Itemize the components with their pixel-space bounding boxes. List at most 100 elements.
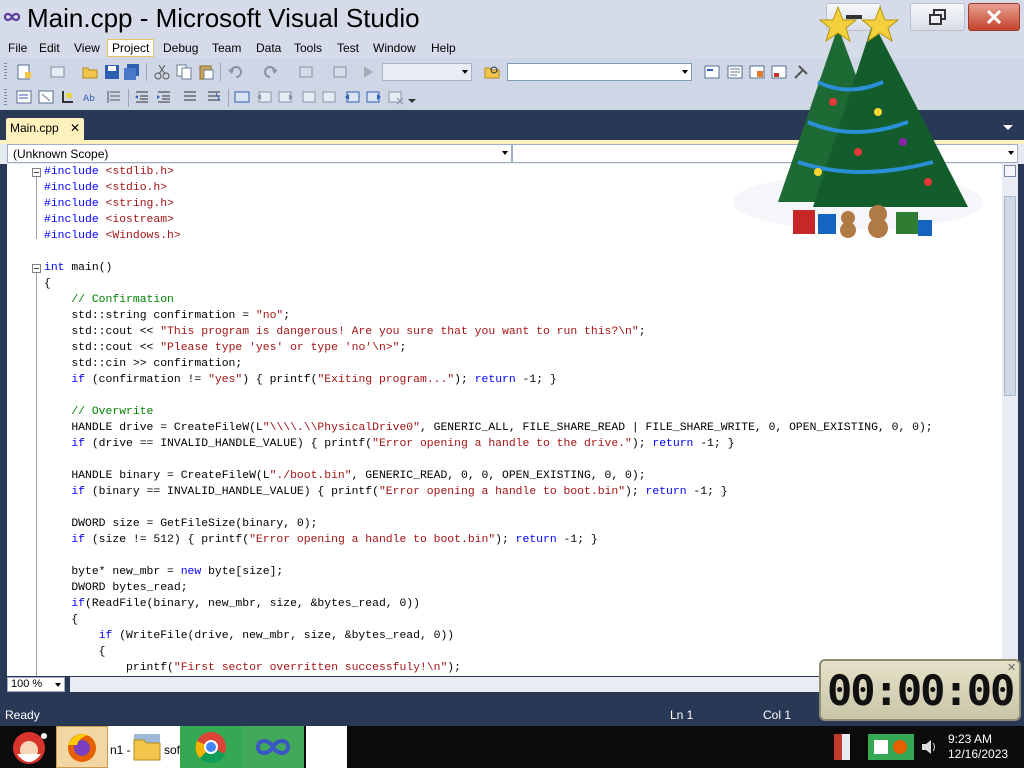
next-bookmark-in-folder-icon[interactable] bbox=[322, 89, 338, 105]
toolbar-grip[interactable] bbox=[4, 89, 7, 105]
taskbar-blank-window[interactable] bbox=[306, 726, 347, 768]
chrome-icon bbox=[195, 732, 226, 764]
comment-out-icon[interactable] bbox=[182, 89, 198, 105]
countdown-timer-widget[interactable]: 00:00:00 ✕ bbox=[819, 659, 1021, 721]
code-line[interactable]: { bbox=[44, 612, 78, 628]
menu-file[interactable]: File bbox=[4, 39, 31, 57]
toolbar-grip[interactable] bbox=[4, 63, 7, 79]
scope-dropdown[interactable]: (Unknown Scope) bbox=[7, 144, 512, 163]
menu-test[interactable]: Test bbox=[333, 39, 363, 57]
find-combo[interactable] bbox=[507, 63, 692, 81]
menu-debug[interactable]: Debug bbox=[159, 39, 202, 57]
code-line[interactable]: if(ReadFile(binary, new_mbr, size, &byte… bbox=[44, 596, 420, 612]
taskbar-firefox[interactable] bbox=[56, 726, 108, 768]
taskbar-label: sof bbox=[164, 743, 181, 757]
collapse-main-icon[interactable] bbox=[32, 264, 41, 273]
zoom-dropdown[interactable]: 100 % bbox=[7, 677, 65, 692]
increase-indent-icon[interactable] bbox=[156, 89, 172, 105]
code-line[interactable]: #include <string.h> bbox=[44, 196, 174, 212]
clock-time[interactable]: 9:23 AM bbox=[948, 732, 992, 746]
code-line[interactable]: DWORD size = GetFileSize(binary, 0); bbox=[44, 516, 317, 532]
save-all-icon[interactable] bbox=[124, 64, 140, 80]
code-line[interactable]: { bbox=[44, 644, 106, 660]
menu-view[interactable]: View bbox=[70, 39, 104, 57]
taskbar-chrome[interactable] bbox=[180, 726, 242, 768]
new-project-icon[interactable] bbox=[16, 64, 32, 80]
code-line[interactable]: if (drive == INVALID_HANDLE_VALUE) { pri… bbox=[44, 436, 734, 452]
menu-team[interactable]: Team bbox=[208, 39, 245, 57]
code-line[interactable]: byte* new_mbr = new byte[size]; bbox=[44, 564, 283, 580]
previous-bookmark-in-folder-icon[interactable] bbox=[300, 89, 316, 105]
code-line[interactable]: printf("First sector overritten successf… bbox=[44, 660, 461, 676]
add-item-icon[interactable] bbox=[50, 64, 66, 80]
redo-icon[interactable] bbox=[262, 64, 278, 80]
code-line[interactable]: int main() bbox=[44, 260, 112, 276]
code-line[interactable]: if (binary == INVALID_HANDLE_VALUE) { pr… bbox=[44, 484, 727, 500]
next-bookmark-icon[interactable] bbox=[278, 89, 294, 105]
code-line[interactable]: // Overwrite bbox=[44, 404, 153, 420]
previous-bookmark-icon[interactable] bbox=[256, 89, 272, 105]
tray-flag-icon[interactable] bbox=[832, 732, 852, 762]
menu-help[interactable]: Help bbox=[427, 39, 460, 57]
code-line[interactable]: std::string confirmation = "no"; bbox=[44, 308, 290, 324]
close-icon bbox=[986, 10, 1002, 24]
decrease-indent-icon[interactable] bbox=[134, 89, 150, 105]
menu-project[interactable]: Project bbox=[107, 39, 155, 57]
code-line[interactable]: HANDLE binary = CreateFileW(L"./boot.bin… bbox=[44, 468, 645, 484]
tab-close-icon[interactable]: ✕ bbox=[70, 121, 80, 135]
undo-icon[interactable] bbox=[228, 64, 244, 80]
splitter-icon[interactable] bbox=[1004, 165, 1016, 177]
clear-bookmarks-icon[interactable] bbox=[388, 89, 404, 105]
uncomment-icon[interactable] bbox=[206, 89, 222, 105]
code-line[interactable]: #include <iostream> bbox=[44, 212, 174, 228]
code-line[interactable]: #include <stdio.h> bbox=[44, 180, 167, 196]
tray-network-icon[interactable] bbox=[866, 732, 916, 762]
toggle-bookmark-icon[interactable] bbox=[234, 89, 250, 105]
code-line[interactable]: std::cin >> confirmation; bbox=[44, 356, 242, 372]
menu-window[interactable]: Window bbox=[369, 39, 420, 57]
solution-configuration-dropdown[interactable] bbox=[382, 63, 472, 81]
code-line[interactable]: std::cout << "This program is dangerous!… bbox=[44, 324, 645, 340]
code-line[interactable]: if (size != 512) { printf("Error opening… bbox=[44, 532, 597, 548]
taskbar-visual-studio[interactable] bbox=[242, 726, 304, 768]
display-word-icon[interactable] bbox=[106, 89, 122, 105]
menu-edit[interactable]: Edit bbox=[35, 39, 64, 57]
quick-info-icon[interactable] bbox=[60, 89, 76, 105]
code-line[interactable]: DWORD bytes_read; bbox=[44, 580, 187, 596]
member-list-icon[interactable] bbox=[16, 89, 32, 105]
code-line[interactable]: // Confirmation bbox=[44, 292, 174, 308]
complete-word-icon[interactable]: Ab bbox=[82, 89, 98, 105]
vertical-scroll-thumb[interactable] bbox=[1004, 196, 1016, 396]
save-icon[interactable] bbox=[104, 64, 120, 80]
copy-icon[interactable] bbox=[176, 64, 192, 80]
status-column-number: Col 1 bbox=[763, 708, 792, 722]
navigate-backward-icon[interactable] bbox=[298, 64, 314, 80]
clock-date[interactable]: 12/16/2023 bbox=[948, 747, 1008, 761]
cut-icon[interactable] bbox=[154, 64, 170, 80]
code-line[interactable]: { bbox=[44, 276, 51, 292]
paste-icon[interactable] bbox=[198, 64, 214, 80]
find-in-files-icon[interactable] bbox=[484, 64, 500, 80]
open-file-icon[interactable] bbox=[82, 64, 98, 80]
previous-bookmark-in-document-icon[interactable] bbox=[344, 89, 360, 105]
code-line[interactable]: #include <Windows.h> bbox=[44, 228, 181, 244]
toolbar-overflow-icon[interactable] bbox=[408, 93, 416, 103]
start-santa-icon[interactable] bbox=[4, 726, 54, 768]
volume-icon[interactable] bbox=[920, 738, 938, 756]
navigate-forward-icon[interactable] bbox=[332, 64, 348, 80]
menu-data[interactable]: Data bbox=[252, 39, 285, 57]
timer-close-icon[interactable]: ✕ bbox=[1007, 661, 1016, 674]
next-bookmark-in-document-icon[interactable] bbox=[366, 89, 382, 105]
tab-main-cpp[interactable]: Main.cpp ✕ bbox=[6, 118, 84, 140]
collapse-includes-icon[interactable] bbox=[32, 168, 41, 177]
code-line[interactable]: if (WriteFile(drive, new_mbr, size, &byt… bbox=[44, 628, 454, 644]
chevron-down-icon bbox=[462, 70, 468, 74]
code-line[interactable]: HANDLE drive = CreateFileW(L"\\\\.\\Phys… bbox=[44, 420, 932, 436]
code-line[interactable]: if (confirmation != "yes") { printf("Exi… bbox=[44, 372, 556, 388]
code-line[interactable]: std::cout << "Please type 'yes' or type … bbox=[44, 340, 406, 356]
parameter-info-icon[interactable] bbox=[38, 89, 54, 105]
menu-tools[interactable]: Tools bbox=[290, 39, 326, 57]
start-debugging-icon[interactable] bbox=[360, 64, 376, 80]
code-line[interactable]: #include <stdlib.h> bbox=[44, 164, 174, 180]
tab-list-dropdown-icon[interactable] bbox=[1003, 125, 1013, 130]
